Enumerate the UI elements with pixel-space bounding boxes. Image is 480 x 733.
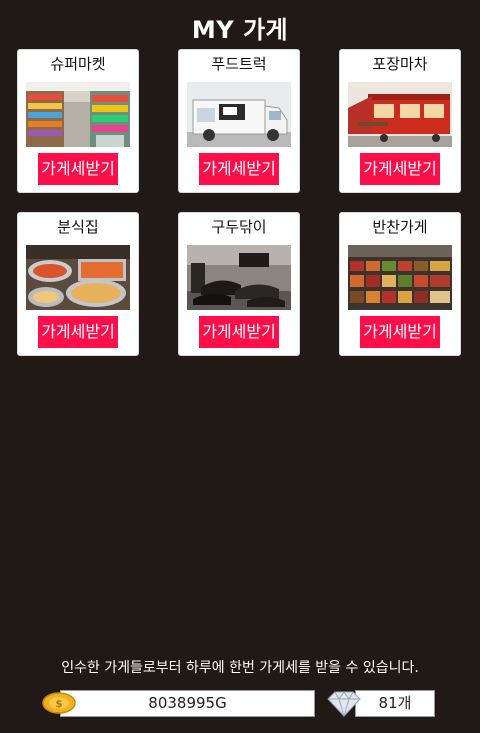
store-name: 구두닦이 xyxy=(211,218,267,236)
gold-balance: 8038995G xyxy=(60,690,315,717)
side-dish-shop-photo xyxy=(348,245,452,310)
collect-rent-button[interactable]: 가게세받기 xyxy=(360,153,440,185)
shoe-shine-photo xyxy=(187,245,291,310)
store-card-supermarket: 슈퍼마켓 가게세받기 xyxy=(17,49,139,193)
diamond-icon xyxy=(324,690,364,718)
store-name: 분식집 xyxy=(57,218,99,236)
street-stall-photo xyxy=(348,82,452,147)
store-card-shoe-shine: 구두닦이 가게세받기 xyxy=(178,212,300,356)
gem-balance: 81개 xyxy=(355,690,435,717)
page-title: MY 가게 xyxy=(191,16,289,44)
svg-text:$: $ xyxy=(56,699,63,710)
store-name: 포장마차 xyxy=(372,55,428,73)
collect-rent-button[interactable]: 가게세받기 xyxy=(38,153,118,185)
store-name: 푸드트럭 xyxy=(211,55,267,73)
supermarket-photo xyxy=(26,82,130,147)
store-name: 슈퍼마켓 xyxy=(50,55,106,73)
collect-rent-button[interactable]: 가게세받기 xyxy=(38,316,118,348)
store-card-snack-bar: 분식집 가게세받기 xyxy=(17,212,139,356)
collect-rent-button[interactable]: 가게세받기 xyxy=(199,316,279,348)
collect-rent-button[interactable]: 가게세받기 xyxy=(199,153,279,185)
snack-bar-photo xyxy=(26,245,130,310)
rent-info-text: 인수한 가게들로부터 하루에 한번 가게세를 받을 수 있습니다. xyxy=(61,660,419,676)
store-grid: 슈퍼마켓 가게세받기 푸드트럭 가게세받기 포장마차 가게세받기 분식집 가게세… xyxy=(17,49,463,356)
store-name: 반찬가게 xyxy=(372,218,428,236)
collect-rent-button[interactable]: 가게세받기 xyxy=(360,316,440,348)
store-card-food-truck: 푸드트럭 가게세받기 xyxy=(178,49,300,193)
coin-icon: $ xyxy=(42,692,76,714)
food-truck-photo xyxy=(187,82,291,147)
store-card-side-dish-shop: 반찬가게 가게세받기 xyxy=(339,212,461,356)
store-card-street-stall: 포장마차 가게세받기 xyxy=(339,49,461,193)
